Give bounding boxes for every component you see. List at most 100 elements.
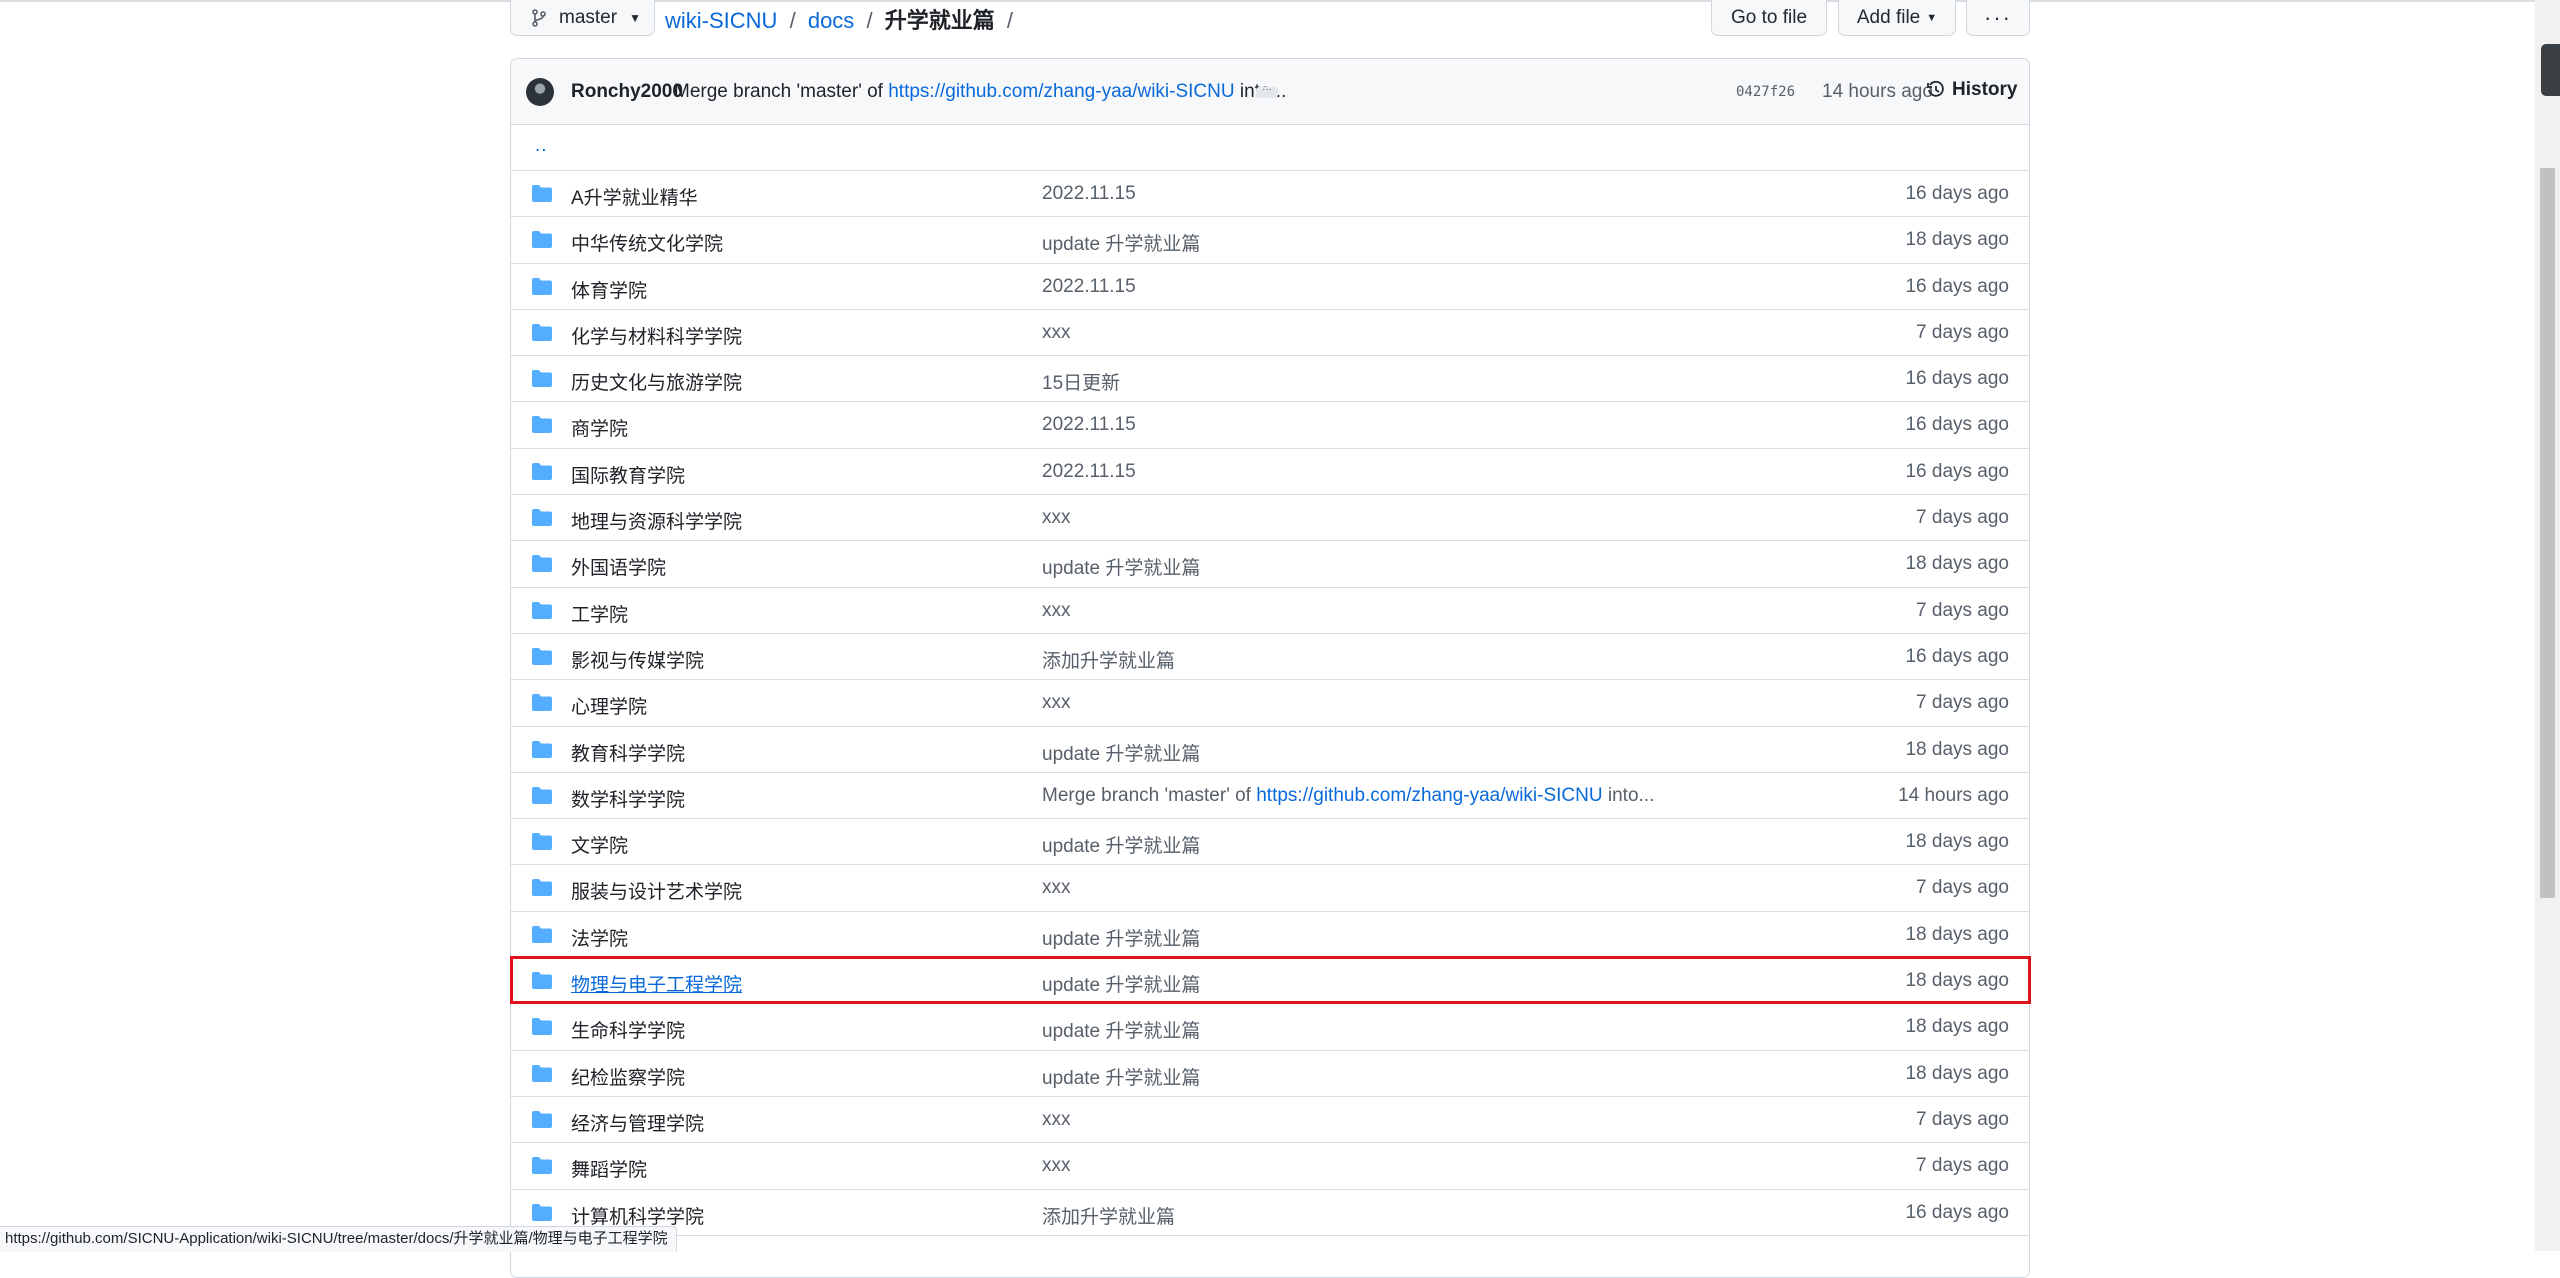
parent-directory-row[interactable]: .. [511, 125, 2029, 171]
commit-age: 16 days ago [1905, 1201, 2009, 1223]
commit-age: 18 days ago [1905, 970, 2009, 992]
file-row[interactable]: 化学与材料科学学院 xxx 7 days ago [511, 310, 2029, 357]
file-name-link[interactable]: 工学院 [571, 600, 628, 627]
commit-message-link[interactable]: update 升学就业篇 [1042, 553, 1200, 580]
commit-message-link[interactable]: 2022.11.15 [1042, 183, 1136, 205]
file-name-link[interactable]: 商学院 [571, 414, 628, 441]
commit-message-link[interactable]: 2022.11.15 [1042, 276, 1136, 298]
file-name-link[interactable]: 经济与管理学院 [571, 1109, 704, 1136]
file-name-link[interactable]: 心理学院 [571, 692, 647, 719]
file-name-link[interactable]: 化学与材料科学学院 [571, 322, 742, 349]
file-name-link[interactable]: 影视与传媒学院 [571, 646, 704, 673]
expand-commit-message-button[interactable]: ··· [1256, 85, 1278, 98]
commit-message-link[interactable]: update 升学就业篇 [1042, 739, 1200, 766]
commit-author-link[interactable]: Ronchy2000 [571, 81, 683, 103]
avatar[interactable] [526, 78, 554, 106]
file-row[interactable]: 文学院 update 升学就业篇 18 days ago [511, 819, 2029, 866]
commit-message-link[interactable]: xxx [1042, 1155, 1071, 1177]
folder-icon [532, 1018, 552, 1036]
commit-message-link[interactable]: xxx [1042, 600, 1071, 622]
commit-message-link[interactable]: 15日更新 [1042, 368, 1120, 395]
commit-message-link[interactable]: update 升学就业篇 [1042, 1016, 1200, 1043]
breadcrumb-repo-link[interactable]: wiki-SICNU [665, 8, 777, 33]
go-to-file-button[interactable]: Go to file [1711, 0, 1827, 36]
file-row[interactable]: A升学就业精华 2022.11.15 16 days ago [511, 171, 2029, 218]
commit-message-text: xxx [1042, 321, 1071, 343]
file-row[interactable]: 法学院 update 升学就业篇 18 days ago [511, 912, 2029, 959]
file-row[interactable]: 历史文化与旅游学院 15日更新 16 days ago [511, 356, 2029, 403]
commit-message-link[interactable]: 添加升学就业篇 [1042, 1202, 1175, 1229]
file-row[interactable]: 经济与管理学院 xxx 7 days ago [511, 1097, 2029, 1144]
commit-message-link[interactable]: update 升学就业篇 [1042, 1063, 1200, 1090]
commit-message-text: xxx [1042, 692, 1071, 714]
file-row[interactable]: 计算机科学学院 添加升学就业篇 16 days ago [511, 1190, 2029, 1236]
commit-message-link[interactable]: update 升学就业篇 [1042, 970, 1200, 997]
commit-message-link[interactable]: xxx [1042, 877, 1071, 899]
file-name-link[interactable]: 纪检监察学院 [571, 1063, 685, 1090]
file-row[interactable]: 心理学院 xxx 7 days ago [511, 680, 2029, 727]
side-panel-handle[interactable] [2541, 44, 2560, 96]
commit-message[interactable]: Merge branch 'master' of https://github.… [674, 81, 1286, 103]
file-name-link[interactable]: 数学科学学院 [571, 785, 685, 812]
file-name-link[interactable]: 服装与设计艺术学院 [571, 877, 742, 904]
file-row[interactable]: 影视与传媒学院 添加升学就业篇 16 days ago [511, 634, 2029, 681]
file-name-link[interactable]: 生命科学学院 [571, 1016, 685, 1043]
file-row[interactable]: 工学院 xxx 7 days ago [511, 588, 2029, 634]
commit-message-text: 2022.11.15 [1042, 414, 1136, 436]
commit-message-link[interactable]: xxx [1042, 692, 1071, 714]
file-row[interactable]: 教育科学学院 update 升学就业篇 18 days ago [511, 727, 2029, 773]
commit-age: 16 days ago [1905, 645, 2009, 667]
commit-message-link[interactable]: xxx [1042, 507, 1071, 529]
commit-message-link[interactable]: 添加升学就业篇 [1042, 646, 1175, 673]
file-name-link[interactable]: 物理与电子工程学院 [571, 970, 742, 997]
commit-message-link[interactable]: Merge branch 'master' of https://github.… [1042, 785, 1654, 807]
file-name-link[interactable]: 历史文化与旅游学院 [571, 368, 742, 395]
file-name-link[interactable]: 国际教育学院 [571, 461, 685, 488]
commit-message-link[interactable]: update 升学就业篇 [1042, 229, 1200, 256]
file-name-link[interactable]: 体育学院 [571, 276, 647, 303]
chevron-down-icon: ▼ [629, 10, 641, 25]
file-row[interactable]: 纪检监察学院 update 升学就业篇 18 days ago [511, 1051, 2029, 1097]
more-options-button[interactable]: ··· [1966, 0, 2030, 36]
add-file-button[interactable]: Add file ▼ [1838, 0, 1956, 36]
file-name-link[interactable]: 计算机科学学院 [571, 1202, 704, 1229]
commit-message-text: update 升学就业篇 [1042, 975, 1201, 997]
file-name-link[interactable]: 舞蹈学院 [571, 1155, 647, 1182]
file-row[interactable]: 数学科学学院 Merge branch 'master' of https://g… [511, 773, 2029, 820]
file-row[interactable]: 舞蹈学院 xxx 7 days ago [511, 1143, 2029, 1190]
file-name-link[interactable]: 法学院 [571, 924, 628, 951]
parent-directory-link[interactable]: .. [535, 135, 548, 157]
commit-age: 16 days ago [1905, 183, 2009, 204]
commit-sha-link[interactable]: 0427f26 [1736, 84, 1795, 100]
file-name-link[interactable]: 文学院 [571, 831, 628, 858]
commit-message-link[interactable]: https://github.com/zhang-yaa/wiki-SICNU [888, 81, 1234, 102]
branch-selector-button[interactable]: master ▼ [510, 0, 655, 36]
file-name-link[interactable]: 外国语学院 [571, 553, 666, 580]
commit-message-link[interactable]: update 升学就业篇 [1042, 831, 1200, 858]
commit-age: 16 days ago [1905, 414, 2009, 436]
commit-message-url[interactable]: https://github.com/zhang-yaa/wiki-SICNU [1256, 785, 1602, 806]
file-row[interactable]: 国际教育学院 2022.11.15 16 days ago [511, 449, 2029, 496]
file-name-link[interactable]: A升学就业精华 [571, 183, 698, 210]
file-row[interactable]: 地理与资源科学学院 xxx 7 days ago [511, 495, 2029, 542]
file-row[interactable]: 物理与电子工程学院 update 升学就业篇 18 days ago [511, 958, 2029, 1005]
scrollbar-thumb[interactable] [2540, 168, 2555, 898]
history-button[interactable]: History [1926, 79, 2017, 101]
file-row[interactable]: 体育学院 2022.11.15 16 days ago [511, 264, 2029, 310]
commit-message-link[interactable]: update 升学就业篇 [1042, 924, 1200, 951]
folder-icon [532, 925, 552, 943]
commit-message-link[interactable]: xxx [1042, 322, 1071, 344]
file-name-link[interactable]: 中华传统文化学院 [571, 229, 723, 256]
file-row[interactable]: 外国语学院 update 升学就业篇 18 days ago [511, 541, 2029, 588]
file-name-link[interactable]: 地理与资源科学学院 [571, 507, 742, 534]
file-name-link[interactable]: 教育科学学院 [571, 739, 685, 766]
file-row[interactable]: 商学院 2022.11.15 16 days ago [511, 402, 2029, 449]
file-row[interactable]: 中华传统文化学院 update 升学就业篇 18 days ago [511, 217, 2029, 264]
commit-message-link[interactable]: xxx [1042, 1109, 1071, 1131]
file-row[interactable]: 服装与设计艺术学院 xxx 7 days ago [511, 865, 2029, 912]
commit-message-link[interactable]: 2022.11.15 [1042, 414, 1136, 436]
file-row[interactable]: 生命科学学院 update 升学就业篇 18 days ago [511, 1004, 2029, 1051]
breadcrumb-docs-link[interactable]: docs [808, 8, 854, 33]
folder-icon [532, 740, 552, 758]
commit-message-link[interactable]: 2022.11.15 [1042, 461, 1136, 483]
